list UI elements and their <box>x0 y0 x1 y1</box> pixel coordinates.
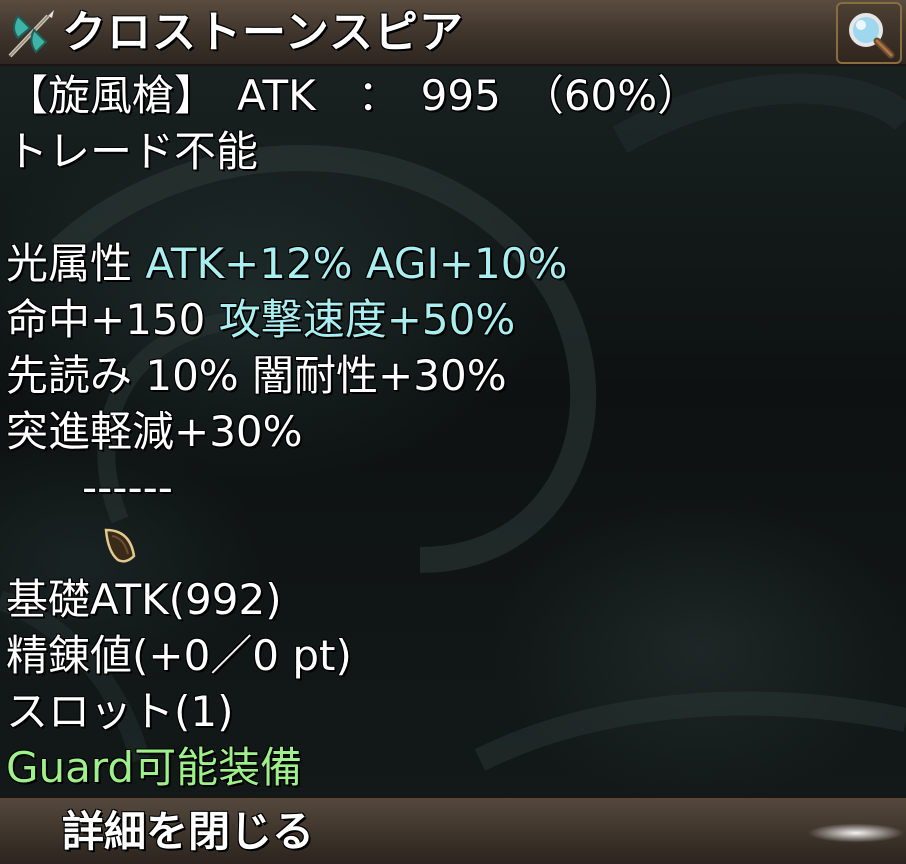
effect-line: 突進軽減+30% <box>6 404 896 460</box>
trade-status: トレード不能 <box>6 127 259 176</box>
guard-equip: Guard可能装備 <box>6 743 303 792</box>
weapon-type-atk-line: 【旋風槍】 ATK ： 995 （60%） <box>6 71 700 120</box>
item-title-bar: クロストーンスピア <box>0 0 906 66</box>
effect-label: 先読み 10% 闇耐性+30% <box>6 351 507 400</box>
effect-label: 突進軽減+30% <box>6 407 303 456</box>
magnifier-icon <box>849 13 895 59</box>
effect-line: 命中+150 攻撃速度+50% <box>6 292 896 348</box>
effect-label: 命中+150 <box>6 295 219 344</box>
effect-line: 光属性 ATK+12% AGI+10% <box>6 236 896 292</box>
effect-bonus: 攻撃速度+50% <box>218 295 516 344</box>
base-atk: 基礎ATK(992) <box>6 575 282 624</box>
card-slot-empty: ------ <box>82 463 173 512</box>
refine-value: 精錬値(+0／0 pt) <box>6 631 352 680</box>
item-name: クロストーンスピア <box>62 7 464 58</box>
effect-bonus: ATK+12% AGI+10% <box>145 239 568 288</box>
inspect-button[interactable] <box>836 2 902 64</box>
close-details-button[interactable]: 詳細を閉じる <box>62 804 314 860</box>
highlight-glow <box>806 820 906 846</box>
axe-spear-icon <box>4 8 56 60</box>
effect-label: 光属性 <box>6 239 146 288</box>
card-slot-icon <box>20 470 136 563</box>
close-details-bar[interactable]: 詳細を閉じる <box>0 796 906 864</box>
effect-line: 先読み 10% 闇耐性+30% <box>6 348 896 404</box>
card-slot-row: ------ <box>6 460 896 563</box>
item-details: 【旋風槍】 ATK ： 995 （60%） トレード不能 光属性 ATK+12%… <box>6 68 896 796</box>
slot-count: スロット(1) <box>6 687 234 736</box>
